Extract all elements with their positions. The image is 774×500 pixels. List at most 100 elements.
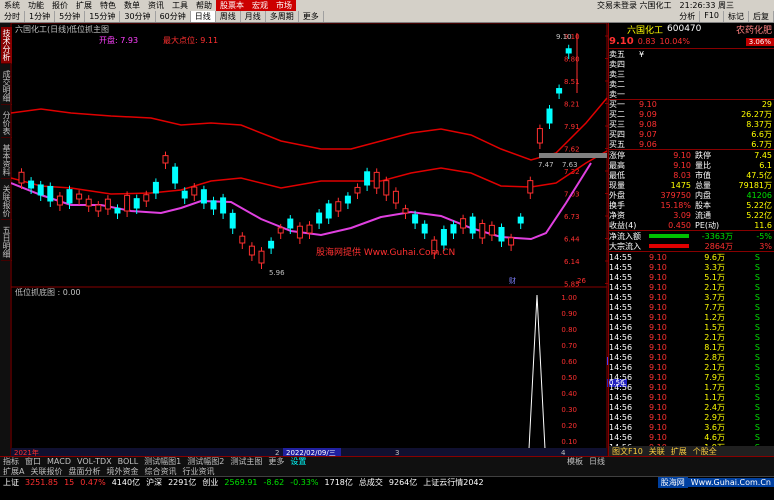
tick-side: S bbox=[754, 272, 760, 282]
menu-item[interactable]: 宏观 bbox=[248, 0, 272, 11]
tabs-right: 模板 日线 bbox=[564, 456, 608, 467]
period-tab[interactable]: 日线 bbox=[190, 11, 216, 22]
menu-item[interactable]: 股票本 bbox=[216, 0, 248, 11]
period-tab[interactable]: 多周期 bbox=[266, 11, 299, 22]
tick-price: 9.10 bbox=[649, 322, 667, 332]
panel-tab[interactable]: 扩展 bbox=[668, 446, 690, 457]
candle bbox=[364, 171, 371, 186]
crosshair-bar bbox=[539, 153, 607, 158]
tick-side: S bbox=[754, 302, 760, 312]
tick-side: S bbox=[754, 382, 760, 392]
menu-item[interactable]: 数单 bbox=[120, 0, 144, 11]
period-tab[interactable]: 15分钟 bbox=[85, 11, 121, 22]
sector-label[interactable]: 农药化肥 bbox=[736, 23, 774, 36]
candle bbox=[565, 48, 572, 54]
menu-item[interactable]: 功能 bbox=[24, 0, 48, 11]
sub-tick: 0.90 bbox=[561, 310, 577, 318]
candle bbox=[287, 218, 294, 229]
buy-price: 9.06 bbox=[639, 139, 657, 149]
tick-time: 14:56 bbox=[609, 432, 633, 442]
period-tab[interactable]: 更多 bbox=[299, 11, 324, 22]
buy-label: 买五 bbox=[609, 139, 625, 149]
tick-price: 9.10 bbox=[649, 422, 667, 432]
tick-side: S bbox=[754, 372, 760, 382]
candle bbox=[47, 185, 54, 202]
candle bbox=[440, 229, 447, 246]
panel-tab[interactable]: 个股全 bbox=[690, 446, 720, 457]
menu-item[interactable]: 帮助 bbox=[192, 0, 216, 11]
tick-row: 14:56 9.10 1.7万 S bbox=[609, 382, 774, 392]
menu-item[interactable]: 市场 bbox=[272, 0, 296, 11]
menu-item[interactable]: 资讯 bbox=[144, 0, 168, 11]
stat-value: 9.10 bbox=[673, 160, 691, 170]
ext-item[interactable]: 关联报价 bbox=[27, 466, 65, 477]
indicator-tab[interactable]: 测试主图 bbox=[227, 456, 265, 467]
tick-row: 14:56 9.10 1.5万 S bbox=[609, 322, 774, 332]
toolbar-button[interactable]: 标记 bbox=[724, 11, 749, 22]
indicator-tab[interactable]: 更多 bbox=[265, 456, 287, 467]
indicator-tab[interactable]: 设置 bbox=[287, 456, 309, 467]
stock-label: 六国化工(日线) bbox=[15, 24, 69, 34]
period-tab[interactable]: 5分钟 bbox=[55, 11, 86, 22]
stat-row: 外盘 379750 内盘 41206 bbox=[609, 190, 774, 200]
sub-tick: 0.50 bbox=[561, 374, 577, 382]
ext-item[interactable]: 境外资金 bbox=[103, 466, 141, 477]
candle bbox=[392, 190, 399, 204]
tick-price: 9.10 bbox=[649, 382, 667, 392]
period-tab[interactable]: 分时 bbox=[0, 11, 25, 22]
tab-right[interactable]: 模板 bbox=[564, 456, 586, 467]
period-toolbar: 分时 1分钟 5分钟 15分钟 30分钟 60分钟 日线 周线 月线 多周期 更多 分析 F10 标记 后复 bbox=[0, 11, 774, 23]
ext-item[interactable]: 行业资讯 bbox=[179, 466, 217, 477]
toolbar-button[interactable]: 分析 bbox=[675, 11, 701, 22]
buy-row: 买三 9.08 8.37万 bbox=[609, 119, 774, 129]
tick-time: 14:56 bbox=[609, 412, 633, 422]
tick-row: 14:55 9.10 9.6万 S bbox=[609, 252, 774, 262]
toolbar-button[interactable]: 后复 bbox=[749, 11, 774, 22]
menu-item[interactable]: 扩展 bbox=[72, 0, 96, 11]
status-s3: 创业 bbox=[202, 478, 219, 487]
panel-tab[interactable]: 关联 bbox=[646, 446, 668, 457]
panel-tab[interactable]: 图文F10 bbox=[609, 446, 646, 457]
tick-side: S bbox=[754, 292, 760, 302]
menu-item[interactable]: 报价 bbox=[48, 0, 72, 11]
flow-label: 大宗流入 bbox=[609, 241, 641, 251]
menu-item[interactable]: 工具 bbox=[168, 0, 192, 11]
status-s2: 沪深 bbox=[146, 478, 163, 487]
period-tab[interactable]: 周线 bbox=[216, 11, 241, 22]
period-tab[interactable]: 60分钟 bbox=[156, 11, 191, 22]
tick-row: 14:56 9.10 8.1万 S bbox=[609, 342, 774, 352]
tick-side: S bbox=[754, 252, 760, 262]
buy-price: 9.10 bbox=[639, 100, 657, 109]
tick-time: 14:56 bbox=[609, 332, 633, 342]
candle bbox=[421, 223, 428, 234]
menu-item[interactable]: 特色 bbox=[96, 0, 120, 11]
tick-price: 9.10 bbox=[649, 402, 667, 412]
tick-side: S bbox=[754, 362, 760, 372]
last-price: 9.10 bbox=[609, 36, 634, 47]
tick-price: 9.10 bbox=[649, 272, 667, 282]
period-tab[interactable]: 1分钟 bbox=[25, 11, 56, 22]
tick-price: 9.10 bbox=[649, 282, 667, 292]
toolbar-button[interactable]: F10 bbox=[700, 11, 724, 22]
sub-tick: 0.20 bbox=[561, 422, 577, 430]
kline-chart[interactable]: 六国化工(日线) 低位抓主图开盘: 7.93 最大点位: 9.11 9.108.808… bbox=[10, 22, 608, 458]
tick-price: 9.10 bbox=[649, 412, 667, 422]
flow-bar bbox=[649, 244, 689, 248]
flow-pct: -5% bbox=[756, 231, 772, 241]
ext-item[interactable]: 综合资讯 bbox=[141, 466, 179, 477]
tick-time: 14:55 bbox=[609, 312, 633, 322]
ma-line-red bbox=[10, 97, 608, 161]
low-mark: 5.96 bbox=[269, 269, 285, 277]
window-title: 交易未登录 六国化工 bbox=[596, 1, 672, 10]
stat-value: 5.22亿 bbox=[746, 210, 772, 220]
price-change: 0.83 bbox=[637, 37, 656, 46]
price-row: 9.10 0.83 10.04% 3.06% bbox=[609, 35, 774, 48]
menu-item[interactable]: 系统 bbox=[0, 0, 24, 11]
period-tab[interactable]: 月线 bbox=[241, 11, 266, 22]
ext-label[interactable]: 扩展A bbox=[0, 466, 27, 477]
ext-item[interactable]: 盘面分析 bbox=[65, 466, 103, 477]
candle bbox=[28, 180, 35, 189]
tab-right[interactable]: 日线 bbox=[586, 456, 608, 467]
period-tab[interactable]: 30分钟 bbox=[120, 11, 156, 22]
tick-row: 14:56 9.10 2.1万 S bbox=[609, 332, 774, 342]
